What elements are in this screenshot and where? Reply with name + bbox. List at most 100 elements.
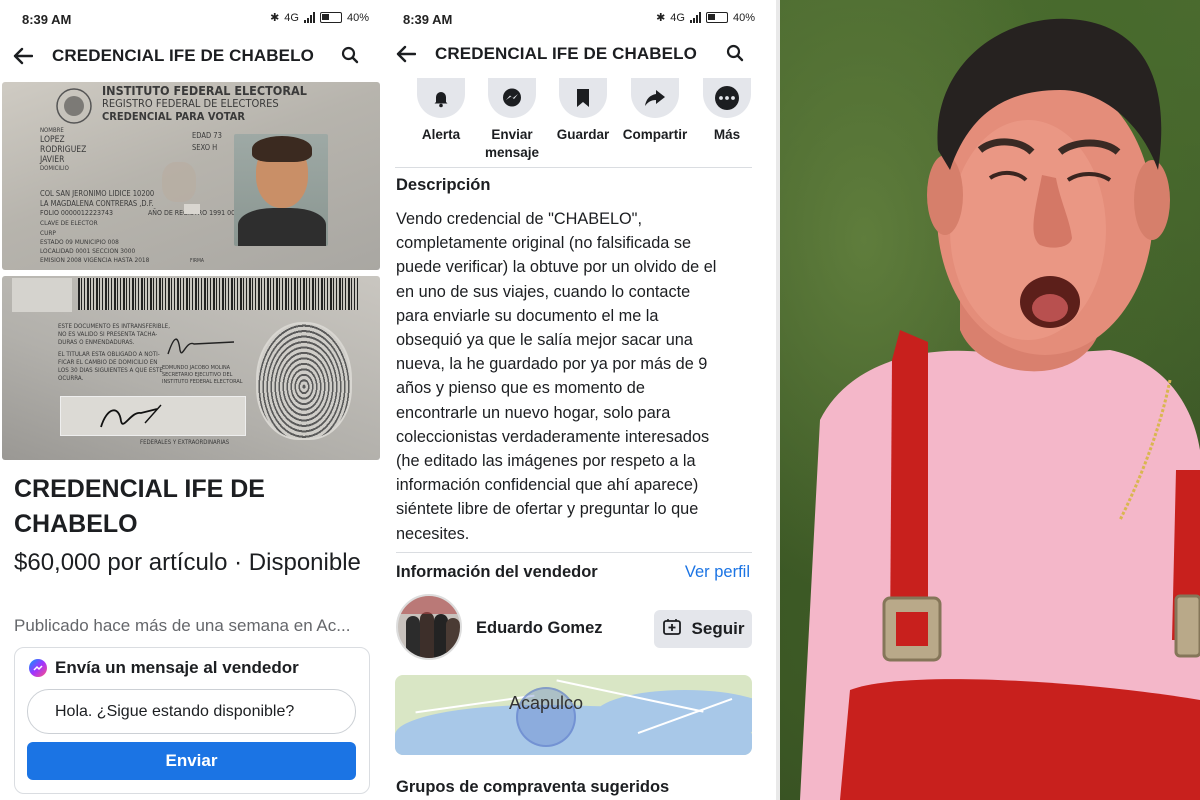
- bluetooth-icon: ✱: [270, 12, 280, 24]
- battery-icon: [705, 12, 728, 23]
- card-registry-text: REGISTRO FEDERAL DE ELECTORES: [102, 97, 279, 110]
- card-back-text: ESTE DOCUMENTO ES INTRANSFERIBLE,: [58, 323, 170, 330]
- barcode: [78, 278, 358, 310]
- fingerprint-image: [256, 322, 352, 440]
- card-name-line: JAVIER: [40, 155, 65, 165]
- signal-icon: [689, 12, 701, 23]
- signal-icon: [303, 12, 315, 23]
- status-time: 8:39 AM: [403, 12, 453, 27]
- send-message-action[interactable]: Enviar mensaje: [472, 78, 552, 162]
- card-back-text: DURAS O ENMENDADURAS.: [58, 339, 135, 346]
- app-bar: CREDENCIAL IFE DE CHABELO: [383, 34, 780, 74]
- person-illustration: [800, 18, 1200, 800]
- back-arrow-icon[interactable]: [10, 43, 36, 69]
- card-institute-text: INSTITUTO FEDERAL ELECTORAL: [102, 83, 307, 98]
- seal-icon: [56, 88, 92, 124]
- card-sex: SEXO H: [192, 143, 218, 152]
- card-name-line: RODRIGUEZ: [40, 145, 87, 155]
- id-card-back-image[interactable]: ESTE DOCUMENTO ES INTRANSFERIBLE, NO ES …: [2, 276, 380, 460]
- seller-avatar[interactable]: [396, 594, 462, 660]
- back-arrow-icon[interactable]: [393, 41, 419, 67]
- card-emision: EMISION 2008 VIGENCIA HASTA 2018: [40, 256, 150, 264]
- bell-icon: [417, 78, 465, 118]
- more-action[interactable]: Más: [687, 78, 767, 144]
- view-profile-link[interactable]: Ver perfil: [685, 563, 750, 582]
- card-back-signer-inst: INSTITUTO FEDERAL ELECTORAL: [162, 379, 243, 385]
- more-label: Más: [713, 127, 741, 142]
- owner-signature-box: [60, 396, 246, 436]
- bookmark-icon: [559, 78, 607, 118]
- alert-action[interactable]: Alerta: [401, 78, 481, 144]
- battery-percent: 40%: [732, 11, 755, 24]
- message-input[interactable]: Hola. ¿Sigue estando disponible?: [27, 689, 356, 734]
- portrait-photo: [234, 134, 328, 246]
- owner-signature-icon: [100, 404, 162, 428]
- card-back-signer-title: SECRETARIO EJECUTIVO DEL: [162, 372, 233, 378]
- divider: [396, 552, 752, 553]
- card-elector-label: CLAVE DE ELECTOR: [40, 219, 98, 227]
- share-action[interactable]: Compartir: [615, 78, 695, 144]
- listing-panel: 8:39 AM ✱ 4G 40% CREDENCIAL IFE DE CHABE…: [0, 0, 383, 800]
- more-icon: [703, 78, 751, 118]
- details-panel: 8:39 AM ✱ 4G 40% CREDENCIAL IFE DE CHABE…: [383, 0, 780, 800]
- redaction-mark: [184, 204, 200, 214]
- card-back-signer: EDMUNDO JACOBO MOLINA: [162, 365, 231, 371]
- signature-icon: [167, 338, 235, 355]
- card-name-line: LOPEZ: [40, 135, 65, 145]
- published-text: Publicado hace más de una semana en Ac..…: [14, 616, 351, 635]
- follow-button[interactable]: Seguir: [654, 610, 752, 648]
- follow-icon: [662, 618, 682, 641]
- description-body: Vendo credencial de "CHABELO", completam…: [396, 210, 717, 543]
- card-localidad: LOCALIDAD 0001 SECCION 3000: [40, 247, 136, 255]
- card-back-text: OCURRA.: [58, 375, 84, 382]
- location-map[interactable]: Acapulco: [395, 675, 752, 755]
- bluetooth-icon: ✱: [656, 12, 666, 24]
- network-label: 4G: [284, 11, 299, 24]
- status-icons: ✱ 4G 40%: [270, 11, 369, 25]
- status-bar: 8:39 AM ✱ 4G 40%: [383, 0, 780, 38]
- alert-label: Alerta: [421, 127, 461, 142]
- page-title: CREDENCIAL IFE DE CHABELO: [52, 46, 314, 65]
- description-heading: Descripción: [396, 176, 491, 194]
- seller-heading: Información del vendedor: [396, 563, 598, 581]
- card-back-text: EL TITULAR ESTA OBLIGADO A NOTI-: [58, 351, 160, 358]
- share-icon: [631, 78, 679, 118]
- ghost-photo: [162, 162, 196, 202]
- message-header-label: Envía un mensaje al vendedor: [55, 658, 299, 677]
- card-curp-label: CURP: [40, 229, 56, 237]
- listing-title: CREDENCIAL IFE DE CHABELO: [14, 475, 265, 538]
- send-message-label: Enviar mensaje: [484, 127, 540, 160]
- battery-percent: 40%: [346, 11, 369, 24]
- id-card-front-image[interactable]: INSTITUTO FEDERAL ELECTORAL REGISTRO FED…: [2, 82, 380, 270]
- search-icon[interactable]: [341, 46, 361, 66]
- share-label: Compartir: [622, 127, 688, 142]
- messenger-icon: [29, 659, 47, 677]
- status-time: 8:39 AM: [22, 12, 72, 27]
- listing-price: $60,000 por artículo · Disponible: [14, 549, 361, 576]
- search-icon[interactable]: [726, 44, 746, 64]
- card-folio: FOLIO 0000012223743: [40, 209, 113, 217]
- card-back-text: LOS 30 DIAS SIGUIENTES A QUE ESTE: [58, 367, 163, 374]
- person-photo: [780, 0, 1200, 800]
- card-address-label: DOMICILIO: [40, 165, 69, 172]
- battery-icon: [319, 12, 342, 23]
- message-seller-card: Envía un mensaje al vendedor Hola. ¿Sigu…: [14, 647, 370, 794]
- action-bar: Alerta Enviar mensaje Guardar Compartir …: [395, 78, 752, 168]
- card-back-text: NO ES VALIDO SI PRESENTA TACHA-: [58, 331, 158, 338]
- card-corner: [12, 278, 72, 312]
- follow-label: Seguir: [691, 619, 745, 638]
- status-bar: 8:39 AM ✱ 4G 40%: [0, 0, 383, 38]
- network-label: 4G: [670, 11, 685, 24]
- card-name-label: NOMBRE: [40, 127, 64, 134]
- card-address-line: LA MAGDALENA CONTRERAS ,D.F.: [40, 199, 154, 208]
- card-address-line: COL SAN JERONIMO LIDICE 10200: [40, 189, 155, 198]
- card-credential-text: CREDENCIAL PARA VOTAR: [102, 110, 245, 123]
- send-button[interactable]: Enviar: [27, 742, 356, 780]
- status-icons: ✱ 4G 40%: [656, 11, 755, 25]
- message-header: Envía un mensaje al vendedor: [29, 658, 299, 678]
- card-estado: ESTADO 09 MUNICIPIO 008: [40, 238, 119, 246]
- card-age: EDAD 73: [192, 131, 222, 140]
- save-action[interactable]: Guardar: [543, 78, 623, 144]
- seller-name[interactable]: Eduardo Gomez: [476, 619, 603, 638]
- page-title: CREDENCIAL IFE DE CHABELO: [435, 44, 697, 63]
